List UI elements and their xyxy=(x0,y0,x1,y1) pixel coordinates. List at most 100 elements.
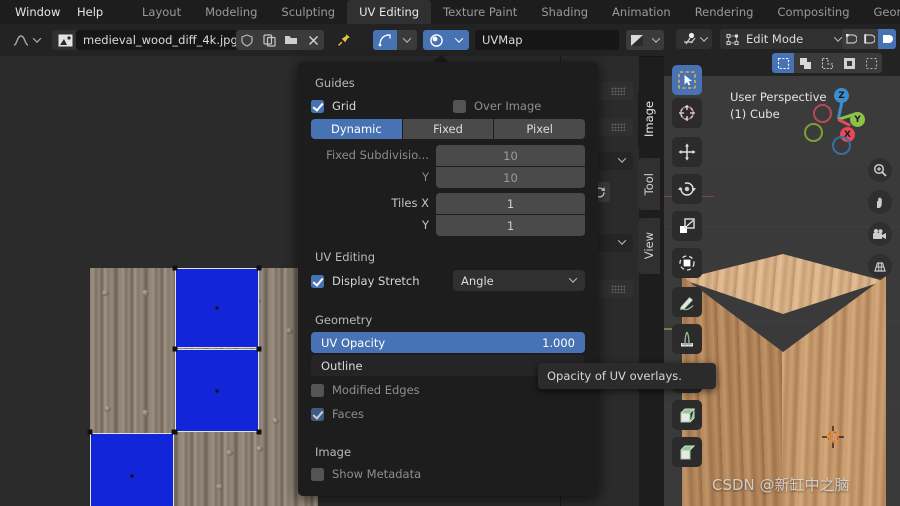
workspace-tab-modeling[interactable]: Modeling xyxy=(193,0,269,24)
overlay-dropdown[interactable] xyxy=(648,30,664,50)
uv-editor-icon xyxy=(13,34,28,46)
cube-face-right xyxy=(782,276,886,506)
fixed-subdivisions-x-value[interactable]: 10 xyxy=(436,145,585,166)
grid-checkbox[interactable] xyxy=(311,99,324,113)
workspace-tab-rendering[interactable]: Rendering xyxy=(683,0,766,24)
faces-checkbox[interactable] xyxy=(311,407,324,421)
pan-gizmo-button[interactable] xyxy=(868,190,892,214)
editmode-icon xyxy=(726,33,739,45)
menu-window[interactable]: Window xyxy=(6,0,69,24)
viewport-snap-button[interactable] xyxy=(676,29,712,49)
pin-button[interactable] xyxy=(333,30,355,50)
tiles-x-row[interactable]: Tiles X 1 xyxy=(311,193,585,214)
uv-island-select-button[interactable] xyxy=(838,53,860,73)
workspace-tab-compositing[interactable]: Compositing xyxy=(765,0,861,24)
gizmo-axis-neg-y[interactable] xyxy=(804,123,823,142)
fixed-subdivisions-y-row[interactable]: Y 10 xyxy=(311,167,585,188)
uv-edge-select-button[interactable] xyxy=(794,53,816,73)
uv-opacity-slider[interactable]: UV Opacity 1.000 xyxy=(311,332,585,353)
snap-magnet-icon xyxy=(683,32,696,45)
snap-dropdown[interactable] xyxy=(449,30,469,50)
overlay-toggle-button[interactable] xyxy=(626,30,648,50)
rotate-tool-button[interactable] xyxy=(672,174,702,204)
gizmo-axis-z[interactable]: Z xyxy=(834,88,849,103)
uv-face[interactable] xyxy=(90,433,174,506)
uv-face[interactable] xyxy=(175,349,259,432)
grip-dots-icon[interactable] xyxy=(611,87,625,95)
measure-ruler-icon xyxy=(681,331,693,347)
display-stretch-checkbox[interactable] xyxy=(311,274,324,288)
edge-select-mode-button[interactable] xyxy=(860,29,878,49)
tiles-y-value[interactable]: 1 xyxy=(436,215,585,236)
menu-help[interactable]: Help xyxy=(68,0,112,24)
tiles-y-row[interactable]: Y 1 xyxy=(311,215,585,236)
grid-mode-pixel[interactable]: Pixel xyxy=(494,119,585,139)
uv-island-icon xyxy=(843,57,855,69)
uv-vertex-select-button[interactable] xyxy=(772,53,794,73)
move-tool-button[interactable] xyxy=(672,137,702,167)
grid-checkbox-row[interactable]: Grid xyxy=(311,99,356,113)
faces-checkbox-row[interactable]: Faces xyxy=(311,407,364,421)
grid-mode-dynamic[interactable]: Dynamic xyxy=(311,119,403,139)
grip-dots-icon[interactable] xyxy=(611,285,625,293)
camera-view-button[interactable] xyxy=(868,222,892,246)
fixed-subdivisions-y-label: Y xyxy=(421,170,429,184)
workspace-tab-shading[interactable]: Shading xyxy=(529,0,600,24)
show-metadata-checkbox-row[interactable]: Show Metadata xyxy=(311,467,421,481)
uv-sticky-select-button[interactable] xyxy=(860,53,882,73)
annotate-tool-button[interactable] xyxy=(672,287,702,317)
extrude-region-tool-button[interactable] xyxy=(672,400,702,430)
grip-dots-icon[interactable] xyxy=(611,123,625,131)
gizmo-axis-neg-x[interactable] xyxy=(813,104,832,123)
uv-sync-dropdown[interactable] xyxy=(397,30,417,50)
grid-mode-segmented-control[interactable]: Dynamic Fixed Pixel xyxy=(311,119,585,139)
modified-edges-checkbox-row[interactable]: Modified Edges xyxy=(311,383,420,397)
new-image-button[interactable] xyxy=(258,30,280,50)
modified-edges-checkbox[interactable] xyxy=(311,383,324,397)
fixed-subdivisions-x-row[interactable]: Fixed Subdivisio... 10 xyxy=(311,145,585,166)
interaction-mode-dropdown[interactable]: Edit Mode xyxy=(720,29,848,49)
tweak-select-box-tool-button[interactable] xyxy=(672,65,702,95)
tiles-x-value[interactable]: 1 xyxy=(436,193,585,214)
navigation-gizmo[interactable]: Z Y X xyxy=(804,82,865,155)
gizmo-axis-y[interactable]: Y xyxy=(850,112,865,127)
workspace-tab-animation[interactable]: Animation xyxy=(600,0,683,24)
workspace-tab-uv-editing[interactable]: UV Editing xyxy=(347,0,432,24)
fake-user-button[interactable] xyxy=(236,30,258,50)
zoom-gizmo-button[interactable] xyxy=(868,158,892,182)
over-image-checkbox-row[interactable]: Over Image xyxy=(453,99,541,113)
display-stretch-checkbox-row[interactable]: Display Stretch xyxy=(311,274,420,288)
uv-sync-selection-button[interactable] xyxy=(373,30,397,50)
measure-tool-button[interactable] xyxy=(672,324,702,354)
uv-tab-view[interactable]: View xyxy=(638,218,660,274)
show-metadata-checkbox[interactable] xyxy=(311,467,324,481)
display-stretch-mode-dropdown[interactable]: Angle xyxy=(453,270,585,291)
uv-face[interactable] xyxy=(175,268,259,348)
inset-faces-tool-button[interactable] xyxy=(672,437,702,467)
uv-tab-image[interactable]: Image xyxy=(638,88,660,150)
scale-tool-button[interactable] xyxy=(672,211,702,241)
vertex-select-mode-button[interactable] xyxy=(842,29,860,49)
image-name-field[interactable]: medieval_wood_diff_4k.jpg xyxy=(76,30,246,50)
snap-toggle-button[interactable] xyxy=(423,30,449,50)
gizmo-axis-neg-z[interactable] xyxy=(832,136,851,155)
fixed-subdivisions-y-value[interactable]: 10 xyxy=(436,167,585,188)
workspace-tab-geometry-nodes[interactable]: Geometry N xyxy=(862,0,900,24)
image-overlay-icon xyxy=(631,34,643,46)
close-icon xyxy=(308,35,318,45)
uvmap-field[interactable]: UVMap xyxy=(475,30,619,50)
toggle-perspective-button[interactable] xyxy=(868,254,892,278)
workspace-tab-texture-paint[interactable]: Texture Paint xyxy=(431,0,529,24)
unlink-image-button[interactable] xyxy=(302,30,324,50)
over-image-checkbox[interactable] xyxy=(453,99,466,113)
grid-mode-fixed[interactable]: Fixed xyxy=(402,119,495,139)
cursor-tool-button[interactable] xyxy=(672,98,702,128)
uv-editor-type-button[interactable] xyxy=(6,30,46,50)
face-select-mode-button[interactable] xyxy=(878,29,896,49)
workspace-tab-sculpting[interactable]: Sculpting xyxy=(269,0,347,24)
workspace-tab-layout[interactable]: Layout xyxy=(130,0,193,24)
open-image-button[interactable] xyxy=(280,30,302,50)
uv-face-select-button[interactable] xyxy=(816,53,838,73)
transform-tool-button[interactable] xyxy=(672,248,702,278)
uv-tab-tool[interactable]: Tool xyxy=(638,158,660,210)
